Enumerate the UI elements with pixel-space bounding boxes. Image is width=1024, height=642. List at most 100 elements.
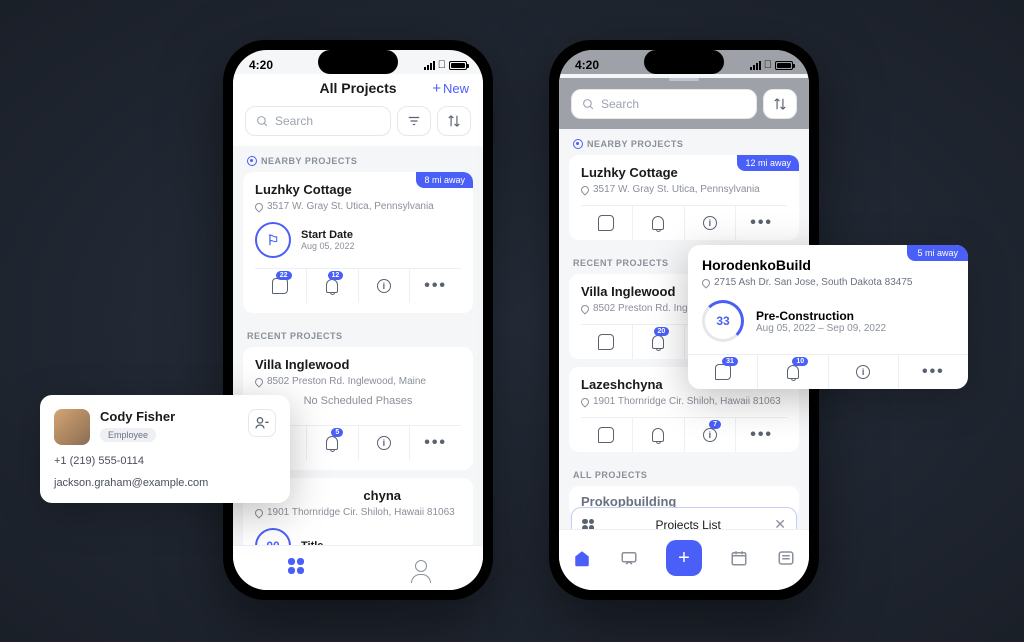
- more-action[interactable]: •••: [410, 269, 461, 303]
- nav-list[interactable]: [776, 548, 796, 568]
- nav-grid[interactable]: [286, 556, 306, 576]
- search-icon: [256, 115, 269, 128]
- search-placeholder: Search: [275, 114, 313, 128]
- bell-action[interactable]: 12: [307, 269, 359, 303]
- list-icon: [777, 549, 795, 567]
- status-indicators: 􀙇: [750, 59, 793, 71]
- bell-icon: [652, 335, 664, 349]
- sort-button[interactable]: [763, 89, 797, 119]
- target-icon: [247, 156, 257, 166]
- user-minus-icon: [254, 415, 270, 431]
- search-input[interactable]: Search: [571, 89, 757, 119]
- nav-calendar[interactable]: [729, 548, 749, 568]
- more-action[interactable]: •••: [736, 418, 787, 452]
- distance-badge: 5 mi away: [907, 245, 968, 261]
- dots-icon: •••: [424, 277, 447, 295]
- info-action[interactable]: i: [829, 355, 899, 389]
- nav-home[interactable]: [572, 548, 592, 568]
- info-action[interactable]: i: [359, 426, 411, 460]
- filter-icon: [407, 114, 421, 128]
- chat-icon: [715, 364, 731, 380]
- contact-email: jackson.graham@example.com: [54, 477, 276, 489]
- pin-icon: [579, 184, 590, 195]
- phase-row: ⚐ Start Date Aug 05, 2022: [255, 222, 461, 258]
- all-section-label: ALL PROJECTS: [559, 460, 809, 486]
- bottom-nav: [233, 545, 483, 590]
- recent-section-label: RECENT PROJECTS: [233, 321, 483, 347]
- bell-action[interactable]: [633, 206, 685, 240]
- battery-icon: [449, 61, 467, 70]
- contact-card-overlay[interactable]: Cody Fisher Employee +1 (219) 555-0114 j…: [40, 395, 290, 503]
- project-address: 1901 Thornridge Cir. Shiloh, Hawaii 8106…: [581, 396, 787, 407]
- chat-icon: [272, 278, 288, 294]
- bottom-nav: +: [559, 529, 809, 590]
- remove-user-button[interactable]: [248, 409, 276, 437]
- project-card-luzhky[interactable]: 8 mi away Luzhky Cottage 3517 W. Gray St…: [243, 172, 473, 313]
- dots-icon: •••: [750, 426, 773, 444]
- nearby-section-label: NEARBY PROJECTS: [233, 146, 483, 172]
- bell-action[interactable]: 10: [758, 355, 828, 389]
- more-action[interactable]: •••: [736, 206, 787, 240]
- project-title: Villa Inglewood: [255, 357, 461, 372]
- chat-action[interactable]: [581, 325, 633, 359]
- project-address: 2715 Ash Dr. San Jose, South Dakota 8347…: [702, 277, 954, 288]
- nav-profile[interactable]: [411, 556, 431, 576]
- phase-title: Start Date: [301, 229, 355, 241]
- nav-chat[interactable]: [619, 548, 639, 568]
- home-icon: [573, 549, 591, 567]
- phase-date: Aug 05, 2022 – Sep 09, 2022: [756, 323, 886, 334]
- role-chip: Employee: [100, 428, 156, 442]
- info-action[interactable]: i7: [685, 418, 737, 452]
- info-icon: i: [856, 365, 870, 379]
- info-icon: i: [703, 428, 717, 442]
- project-address: 3517 W. Gray St. Utica, Pennsylvania: [255, 201, 461, 212]
- avatar: [54, 409, 90, 445]
- info-action[interactable]: i: [685, 206, 737, 240]
- progress-ring: 33: [702, 300, 744, 342]
- info-icon: i: [377, 436, 391, 450]
- chat-action[interactable]: 31: [688, 355, 758, 389]
- bell-badge: 10: [792, 357, 808, 366]
- person-icon: [415, 560, 427, 572]
- status-time: 4:20: [249, 58, 273, 72]
- action-row: 22 12 i •••: [255, 268, 461, 303]
- action-row: i •••: [581, 205, 787, 240]
- bell-badge: 12: [328, 271, 344, 280]
- pin-icon: [253, 507, 264, 518]
- search-input[interactable]: Search: [245, 106, 391, 136]
- bell-action[interactable]: 5: [307, 426, 359, 460]
- pin-icon: [253, 201, 264, 212]
- contact-phone: +1 (219) 555-0114: [54, 455, 276, 467]
- chat-icon: [598, 334, 614, 350]
- filter-button[interactable]: [397, 106, 431, 136]
- search-row: Search: [233, 106, 483, 146]
- bell-icon: [652, 428, 664, 442]
- fab-add[interactable]: +: [666, 540, 702, 576]
- project-card-overlay[interactable]: 5 mi away HorodenkoBuild 2715 Ash Dr. Sa…: [688, 245, 968, 389]
- battery-icon: [775, 61, 793, 70]
- grid-icon: [288, 558, 304, 574]
- project-address: 3517 W. Gray St. Utica, Pennsylvania: [581, 184, 787, 195]
- wifi-icon: 􀙇: [764, 59, 772, 71]
- chat-action[interactable]: [581, 418, 633, 452]
- status-time: 4:20: [575, 58, 599, 72]
- new-button[interactable]: +New: [432, 80, 469, 97]
- distance-badge: 8 mi away: [416, 172, 473, 188]
- chat-action[interactable]: [581, 206, 633, 240]
- sort-button[interactable]: [437, 106, 471, 136]
- bell-action[interactable]: 20: [633, 325, 685, 359]
- project-card-luzhky-r[interactable]: 12 mi away Luzhky Cottage 3517 W. Gray S…: [569, 155, 799, 240]
- more-action[interactable]: •••: [410, 426, 461, 460]
- phase-title: Pre-Construction: [756, 309, 886, 323]
- dots-icon: •••: [424, 434, 447, 452]
- bell-badge: 5: [331, 428, 343, 437]
- bell-icon: [652, 216, 664, 230]
- distance-badge: 12 mi away: [737, 155, 799, 171]
- info-action[interactable]: i: [359, 269, 411, 303]
- chat-action[interactable]: 22: [255, 269, 307, 303]
- more-action[interactable]: •••: [899, 355, 968, 389]
- plus-icon: +: [432, 80, 441, 97]
- bell-action[interactable]: [633, 418, 685, 452]
- notch: [644, 50, 724, 74]
- search-placeholder: Search: [601, 97, 639, 111]
